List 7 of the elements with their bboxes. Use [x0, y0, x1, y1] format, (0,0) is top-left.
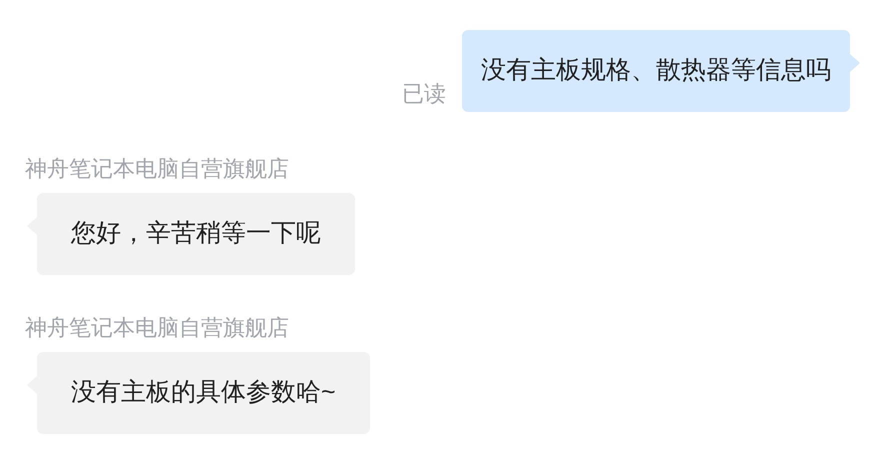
bubble-tail [850, 54, 860, 72]
message-bubble: 没有主板规格、散热器等信息吗 [462, 30, 850, 112]
read-receipt: 已读 [402, 80, 446, 108]
sender-name: 神舟笔记本电脑自营旗舰店 [25, 155, 289, 183]
message-bubble: 没有主板的具体参数哈~ [37, 352, 370, 434]
sender-name: 神舟笔记本电脑自营旗舰店 [25, 314, 289, 342]
message-bubble: 您好，辛苦稍等一下呢 [37, 193, 355, 275]
